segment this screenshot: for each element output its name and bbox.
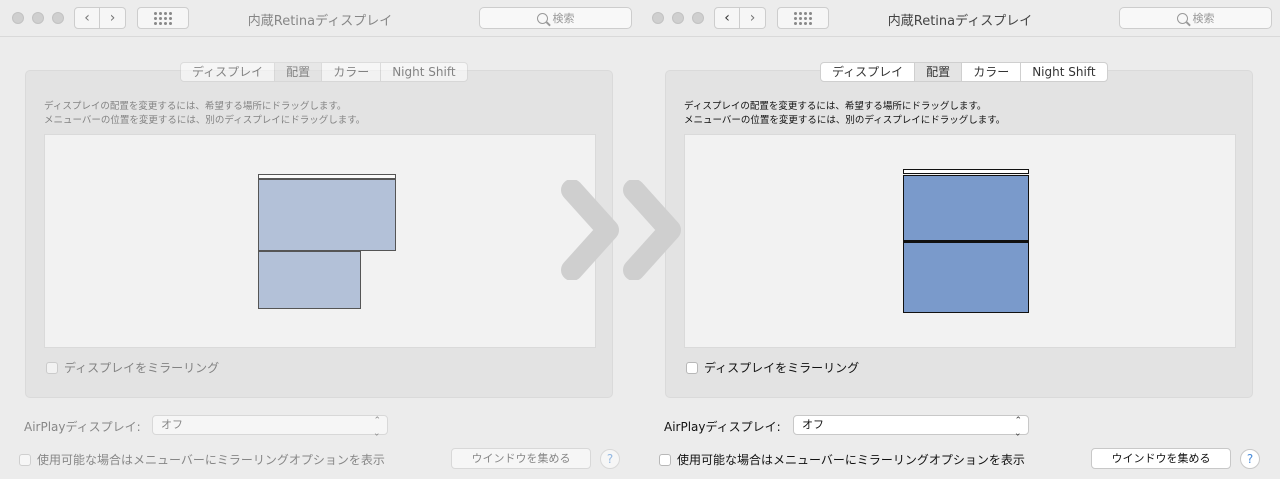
arrangement-area: [44, 134, 596, 348]
mirror-checkbox[interactable]: [46, 361, 58, 374]
airplay-select[interactable]: オフ ⌃ ⌃: [793, 415, 1029, 437]
mirror-checkbox[interactable]: [686, 361, 698, 374]
show-mirror-options-checkbox[interactable]: [19, 453, 31, 466]
window-after: ‹ › 内蔵Retinaディスプレイ 検索 ディスプレイ 配置 カラー Nigh…: [640, 0, 1280, 479]
show-mirror-options-label: 使用可能な場合はメニューバーにミラーリングオプションを表示: [37, 453, 385, 467]
show-mirror-options-row[interactable]: 使用可能な場合はメニューバーにミラーリングオプションを表示: [659, 451, 1025, 468]
title-divider: [0, 36, 640, 37]
search-field[interactable]: 検索: [1119, 7, 1272, 29]
search-placeholder: 検索: [1192, 12, 1215, 25]
description-line-1: ディスプレイの配置を変更するには、希望する場所にドラッグします。: [684, 101, 987, 112]
airplay-value: オフ: [802, 418, 824, 431]
search-icon: [536, 12, 548, 24]
mirror-checkbox-row[interactable]: ディスプレイをミラーリング: [46, 359, 219, 376]
title-bar: ‹ › 内蔵Retinaディスプレイ 検索: [640, 0, 1280, 36]
show-mirror-options-label: 使用可能な場合はメニューバーにミラーリングオプションを表示: [677, 453, 1025, 467]
search-icon: [1176, 12, 1188, 24]
show-mirror-options-row[interactable]: 使用可能な場合はメニューバーにミラーリングオプションを表示: [19, 451, 385, 468]
menu-bar-indicator[interactable]: [258, 174, 396, 179]
updown-chevron-icon: ⌃ ⌃: [373, 416, 381, 437]
airplay-label: AirPlayディスプレイ:: [664, 420, 781, 434]
tab-color[interactable]: カラー: [322, 63, 382, 81]
tab-color[interactable]: カラー: [962, 63, 1022, 81]
tab-night-shift[interactable]: Night Shift: [1021, 63, 1106, 81]
description-line-2: メニューバーの位置を変更するには、別のディスプレイにドラッグします。: [684, 115, 1006, 126]
tab-arrangement[interactable]: 配置: [275, 63, 323, 81]
help-button[interactable]: ?: [1240, 449, 1260, 469]
display-main[interactable]: [903, 175, 1029, 241]
help-button[interactable]: ?: [600, 449, 620, 469]
arrangement-area: [684, 134, 1236, 348]
mirror-checkbox-row[interactable]: ディスプレイをミラーリング: [686, 359, 859, 376]
tab-display[interactable]: ディスプレイ: [181, 63, 276, 81]
display-main[interactable]: [258, 179, 396, 251]
display-secondary[interactable]: [903, 241, 1029, 313]
description-line-2: メニューバーの位置を変更するには、別のディスプレイにドラッグします。: [44, 115, 366, 126]
gather-windows-button[interactable]: ウインドウを集める: [1091, 448, 1231, 469]
arrangement-description: ディスプレイの配置を変更するには、希望する場所にドラッグします。 メニューバーの…: [44, 100, 365, 128]
tab-arrangement[interactable]: 配置: [915, 63, 963, 81]
title-divider: [640, 36, 1280, 37]
display-secondary[interactable]: [258, 251, 361, 309]
window-before: ‹ › 内蔵Retinaディスプレイ 検索 ディスプレイ 配置 カラー Nigh…: [0, 0, 640, 479]
tab-display[interactable]: ディスプレイ: [821, 63, 916, 81]
search-field[interactable]: 検索: [479, 7, 632, 29]
airplay-label: AirPlayディスプレイ:: [24, 420, 141, 434]
mirror-label: ディスプレイをミラーリング: [64, 361, 220, 375]
mirror-label: ディスプレイをミラーリング: [704, 361, 860, 375]
search-placeholder: 検索: [552, 12, 575, 25]
double-chevron-right-icon: [561, 180, 681, 280]
menu-bar-indicator[interactable]: [903, 169, 1029, 174]
description-line-1: ディスプレイの配置を変更するには、希望する場所にドラッグします。: [44, 101, 347, 112]
gather-windows-button[interactable]: ウインドウを集める: [451, 448, 591, 469]
tab-bar: ディスプレイ 配置 カラー Night Shift: [180, 62, 468, 82]
airplay-select[interactable]: オフ ⌃ ⌃: [152, 415, 388, 437]
arrangement-description: ディスプレイの配置を変更するには、希望する場所にドラッグします。 メニューバーの…: [684, 100, 1005, 128]
tab-night-shift[interactable]: Night Shift: [381, 63, 466, 81]
show-mirror-options-checkbox[interactable]: [659, 453, 671, 466]
title-bar: ‹ › 内蔵Retinaディスプレイ 検索: [0, 0, 640, 36]
tab-bar: ディスプレイ 配置 カラー Night Shift: [820, 62, 1108, 82]
airplay-value: オフ: [161, 418, 183, 431]
updown-chevron-icon: ⌃ ⌃: [1014, 416, 1022, 437]
